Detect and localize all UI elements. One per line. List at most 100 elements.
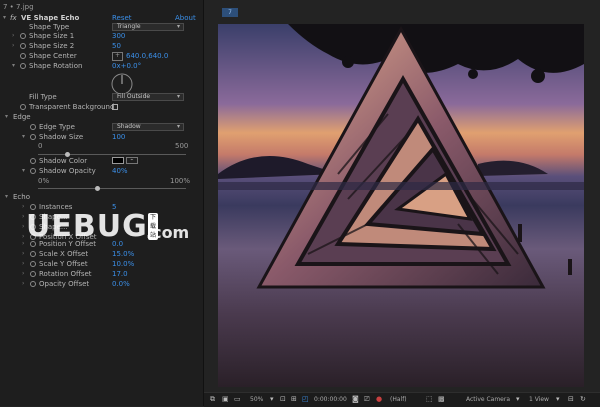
stopwatch-icon[interactable] <box>20 63 26 69</box>
shape-center-value[interactable]: 640.0,640.0 <box>126 51 168 61</box>
view-layout-select[interactable]: 1 View <box>529 396 549 403</box>
stopwatch-icon[interactable] <box>30 158 36 164</box>
leaf-shape <box>468 69 478 79</box>
shadow-size-range-row: 0 500 <box>0 141 203 151</box>
composition-viewer: 7 ⧉ ▣ ▭ 50% ▾ ⊡ ⊞ ◰ 0:00:00:00 ◙ ⎚ ● (Ha… <box>204 0 600 407</box>
preview-icon[interactable]: ▣ <box>222 396 229 403</box>
color-channels-icon[interactable]: ● <box>376 396 383 403</box>
show-snapshot-icon[interactable]: ⎚ <box>364 396 371 403</box>
rotation-offset-value[interactable]: 17.0 <box>112 269 128 279</box>
shape-size-1-value[interactable]: 300 <box>112 31 125 41</box>
transparent-bg-label: Transparent Background <box>29 103 115 111</box>
monitor-icon[interactable]: ▭ <box>234 396 241 403</box>
stopwatch-icon[interactable] <box>30 168 36 174</box>
expand-triangle-icon[interactable]: › <box>22 279 24 289</box>
scale-y-offset-label: Scale Y Offset <box>39 260 88 268</box>
edge-type-label: Edge Type <box>39 123 75 131</box>
expand-triangle-icon[interactable]: › <box>12 41 14 51</box>
fit-icon[interactable]: ⊡ <box>280 396 287 403</box>
collapse-triangle-icon[interactable]: ▾ <box>22 166 25 176</box>
collapse-triangle-icon[interactable]: ▾ <box>5 112 8 122</box>
echo-group-row[interactable]: ▾ Echo <box>0 192 203 202</box>
shadow-opacity-slider-track[interactable] <box>38 188 186 189</box>
chevron-down-icon[interactable]: ▾ <box>556 396 563 403</box>
edge-type-row: Edge Type Shadow ▾ <box>0 122 203 132</box>
stopwatch-icon[interactable] <box>20 104 26 110</box>
chevron-down-icon: ▾ <box>176 123 180 130</box>
shape-type-dropdown[interactable]: Triangle ▾ <box>112 23 184 31</box>
shadow-opacity-label: Shadow Opacity <box>39 167 96 175</box>
transparency-grid-icon[interactable]: ▩ <box>438 396 445 403</box>
shape-rotation-label: Shape Rotation <box>29 62 83 70</box>
expand-triangle-icon[interactable]: › <box>22 249 24 259</box>
shadow-opacity-slider-knob[interactable] <box>94 186 100 191</box>
stopwatch-icon[interactable] <box>30 261 36 267</box>
edge-group-row[interactable]: ▾ Edge <box>0 112 203 122</box>
rotation-offset-row: › Rotation Offset 17.0 <box>0 269 203 279</box>
stopwatch-icon[interactable] <box>30 281 36 287</box>
stopwatch-icon[interactable] <box>30 134 36 140</box>
shadow-size-min: 0 <box>38 142 43 150</box>
shadow-color-row: Shadow Color ⌁ <box>0 156 203 166</box>
scale-y-offset-row: › Scale Y Offset 10.0% <box>0 259 203 269</box>
resolution-select[interactable]: (Half) <box>390 396 407 403</box>
watermark-logo-text: UEBUG <box>26 209 148 244</box>
shape-size-1-row: › Shape Size 1 300 <box>0 31 203 41</box>
expand-triangle-icon[interactable]: › <box>22 222 24 232</box>
horizon-band <box>218 182 584 190</box>
scale-x-offset-value[interactable]: 15.0% <box>112 249 134 259</box>
expand-triangle-icon[interactable]: › <box>22 269 24 279</box>
leaf-shape <box>342 56 354 68</box>
zoom-level[interactable]: 50% <box>250 396 263 403</box>
tab-composition[interactable]: 7 <box>222 8 238 17</box>
shape-rotation-value[interactable]: 0x+0.0° <box>112 61 141 71</box>
echo-group-label: Echo <box>13 193 30 201</box>
expand-triangle-icon[interactable]: › <box>12 31 14 41</box>
expand-triangle-icon[interactable]: › <box>22 212 24 222</box>
mask-icon[interactable]: ◰ <box>302 396 309 403</box>
expand-triangle-icon[interactable]: › <box>22 239 24 249</box>
stopwatch-icon[interactable] <box>30 251 36 257</box>
chevron-down-icon[interactable]: ▾ <box>270 396 277 403</box>
expand-triangle-icon[interactable]: › <box>22 259 24 269</box>
camera-view-select[interactable]: Active Camera <box>466 396 510 403</box>
scale-y-offset-value[interactable]: 10.0% <box>112 259 134 269</box>
reset-exposure-icon[interactable]: ↻ <box>580 396 587 403</box>
toggle-pixel-icon[interactable]: ⊟ <box>568 396 575 403</box>
edge-type-dropdown[interactable]: Shadow ▾ <box>112 123 184 131</box>
shadow-opacity-value[interactable]: 40% <box>112 166 128 176</box>
chevron-down-icon[interactable]: ▾ <box>516 396 523 403</box>
stopwatch-icon[interactable] <box>30 271 36 277</box>
collapse-triangle-icon[interactable]: ▾ <box>5 192 8 202</box>
shape-size-1-label: Shape Size 1 <box>29 32 75 40</box>
timecode[interactable]: 0:00:00:00 <box>314 396 347 403</box>
transparent-bg-checkbox[interactable] <box>112 104 118 110</box>
stopwatch-icon[interactable] <box>30 124 36 130</box>
shadow-opacity-row: ▾ Shadow Opacity 40% <box>0 166 203 176</box>
region-of-interest-icon[interactable]: ⬚ <box>426 396 433 403</box>
shape-size-2-value[interactable]: 50 <box>112 41 121 51</box>
camera-icon[interactable]: ◙ <box>352 396 359 403</box>
stopwatch-icon[interactable] <box>20 33 26 39</box>
expand-triangle-icon[interactable]: › <box>22 202 24 212</box>
shadow-opacity-max: 100% <box>170 177 191 185</box>
transparent-bg-row: Transparent Background <box>0 102 203 112</box>
always-preview-icon[interactable]: ⧉ <box>210 396 217 403</box>
grid-icon[interactable]: ⊞ <box>291 396 298 403</box>
fill-type-row: Fill Type Fill Outside ▾ <box>0 92 203 102</box>
stopwatch-icon[interactable] <box>20 53 26 59</box>
shadow-size-slider-track[interactable] <box>38 154 186 155</box>
shadow-color-swatch[interactable] <box>112 157 124 164</box>
scale-x-offset-row: › Scale X Offset 15.0% <box>0 249 203 259</box>
eyedropper-icon[interactable]: ⌁ <box>126 157 138 164</box>
fill-type-dropdown[interactable]: Fill Outside ▾ <box>112 93 184 101</box>
opacity-offset-row: › Opacity Offset 0.0% <box>0 279 203 289</box>
stopwatch-icon[interactable] <box>20 43 26 49</box>
opacity-offset-value[interactable]: 0.0% <box>112 279 130 289</box>
crosshair-icon[interactable]: + <box>112 52 123 61</box>
figure-silhouette <box>568 259 572 275</box>
composition-canvas[interactable] <box>218 24 584 387</box>
collapse-triangle-icon[interactable]: ▾ <box>12 61 15 71</box>
shape-type-value: Triangle <box>117 23 141 30</box>
edge-group-label: Edge <box>13 113 31 121</box>
